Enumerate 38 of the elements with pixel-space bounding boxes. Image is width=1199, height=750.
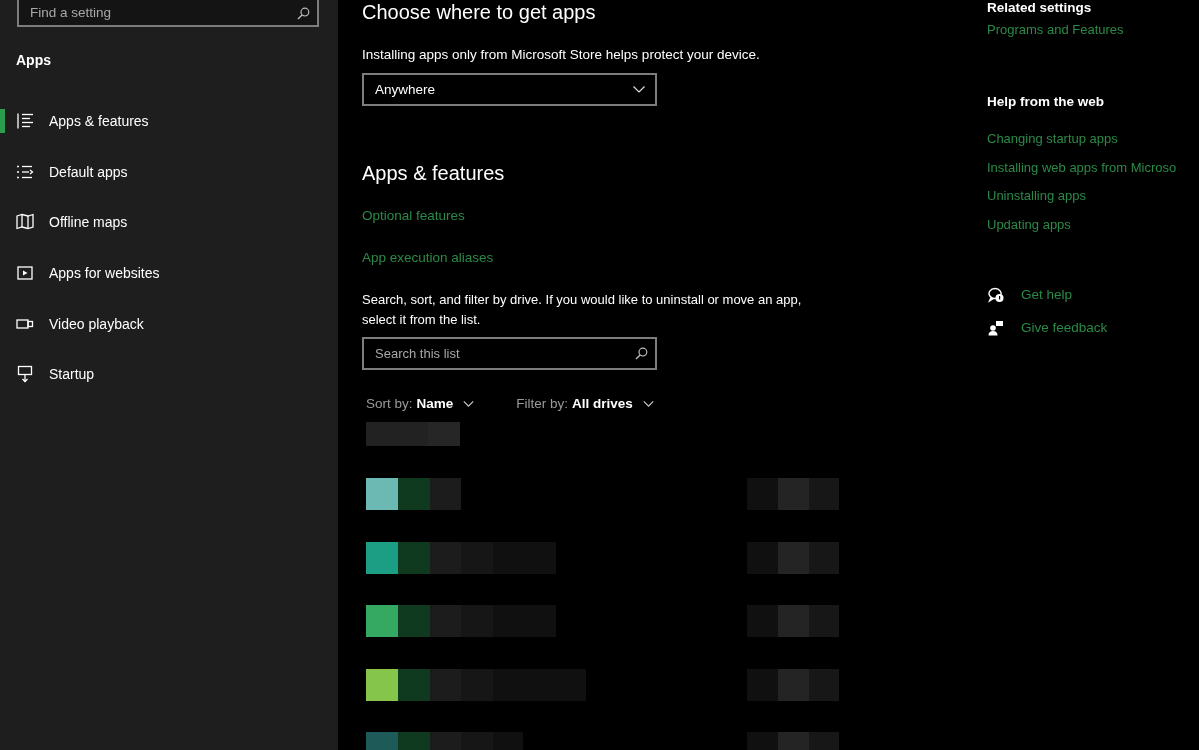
search-field[interactable]: Search this list: [362, 337, 657, 370]
help-link[interactable]: Updating apps: [987, 215, 1177, 234]
chevron-down-icon: [642, 401, 654, 407]
settings-link[interactable]: Optional features: [362, 207, 465, 225]
search-field[interactable]: Find a setting: [17, 0, 319, 27]
sidebar-item[interactable]: Apps for websites: [0, 247, 338, 299]
list-icon: [16, 112, 34, 131]
sidebar-item[interactable]: Offline maps: [0, 197, 338, 248]
chevron-down-icon: [633, 86, 645, 93]
support-link[interactable]: Give feedback: [987, 318, 1108, 337]
chevron-down-icon: [463, 401, 475, 407]
related-link[interactable]: Programs and Features: [987, 21, 1124, 39]
search-icon: [297, 7, 310, 20]
support-link[interactable]: Get help: [987, 285, 1108, 304]
sidebar-item[interactable]: Video playback: [0, 298, 338, 349]
source-dropdown[interactable]: Anywhere: [362, 73, 657, 106]
section-title: Help from the web: [987, 93, 1104, 111]
search-icon: [635, 347, 648, 360]
help-link[interactable]: Installing web apps from Microso: [987, 158, 1177, 177]
section-title: Apps: [16, 51, 52, 69]
help-link[interactable]: Uninstalling apps: [987, 187, 1177, 205]
sidebar-item[interactable]: Default apps: [0, 146, 338, 198]
section-heading: Apps & features: [362, 161, 505, 185]
description-text: Search, sort, and filter by drive. If you would like to uninstall or move an app, select it from the list.: [362, 291, 803, 329]
pixelated-app-name: [398, 478, 461, 510]
map-icon: [16, 213, 34, 232]
sidebar-item[interactable]: Startup: [0, 348, 338, 400]
help-link[interactable]: Changing startup apps: [987, 130, 1177, 148]
sort-dropdown[interactable]: Sort by: Name: [363, 395, 478, 413]
section-title: Related settings: [987, 0, 1092, 15]
monitor-icon: [16, 365, 34, 384]
section-heading: Choose where to get apps: [362, 0, 596, 24]
feedback-person-icon: [988, 319, 1004, 336]
chat-help-icon: [988, 286, 1004, 303]
sidebar-item[interactable]: Apps & features: [0, 96, 338, 147]
settings-link[interactable]: App execution aliases: [362, 249, 494, 267]
description-text: Installing apps only from Microsoft Store helps protect your device.: [362, 46, 760, 64]
filter-dropdown[interactable]: Filter by: All drives: [513, 395, 657, 413]
